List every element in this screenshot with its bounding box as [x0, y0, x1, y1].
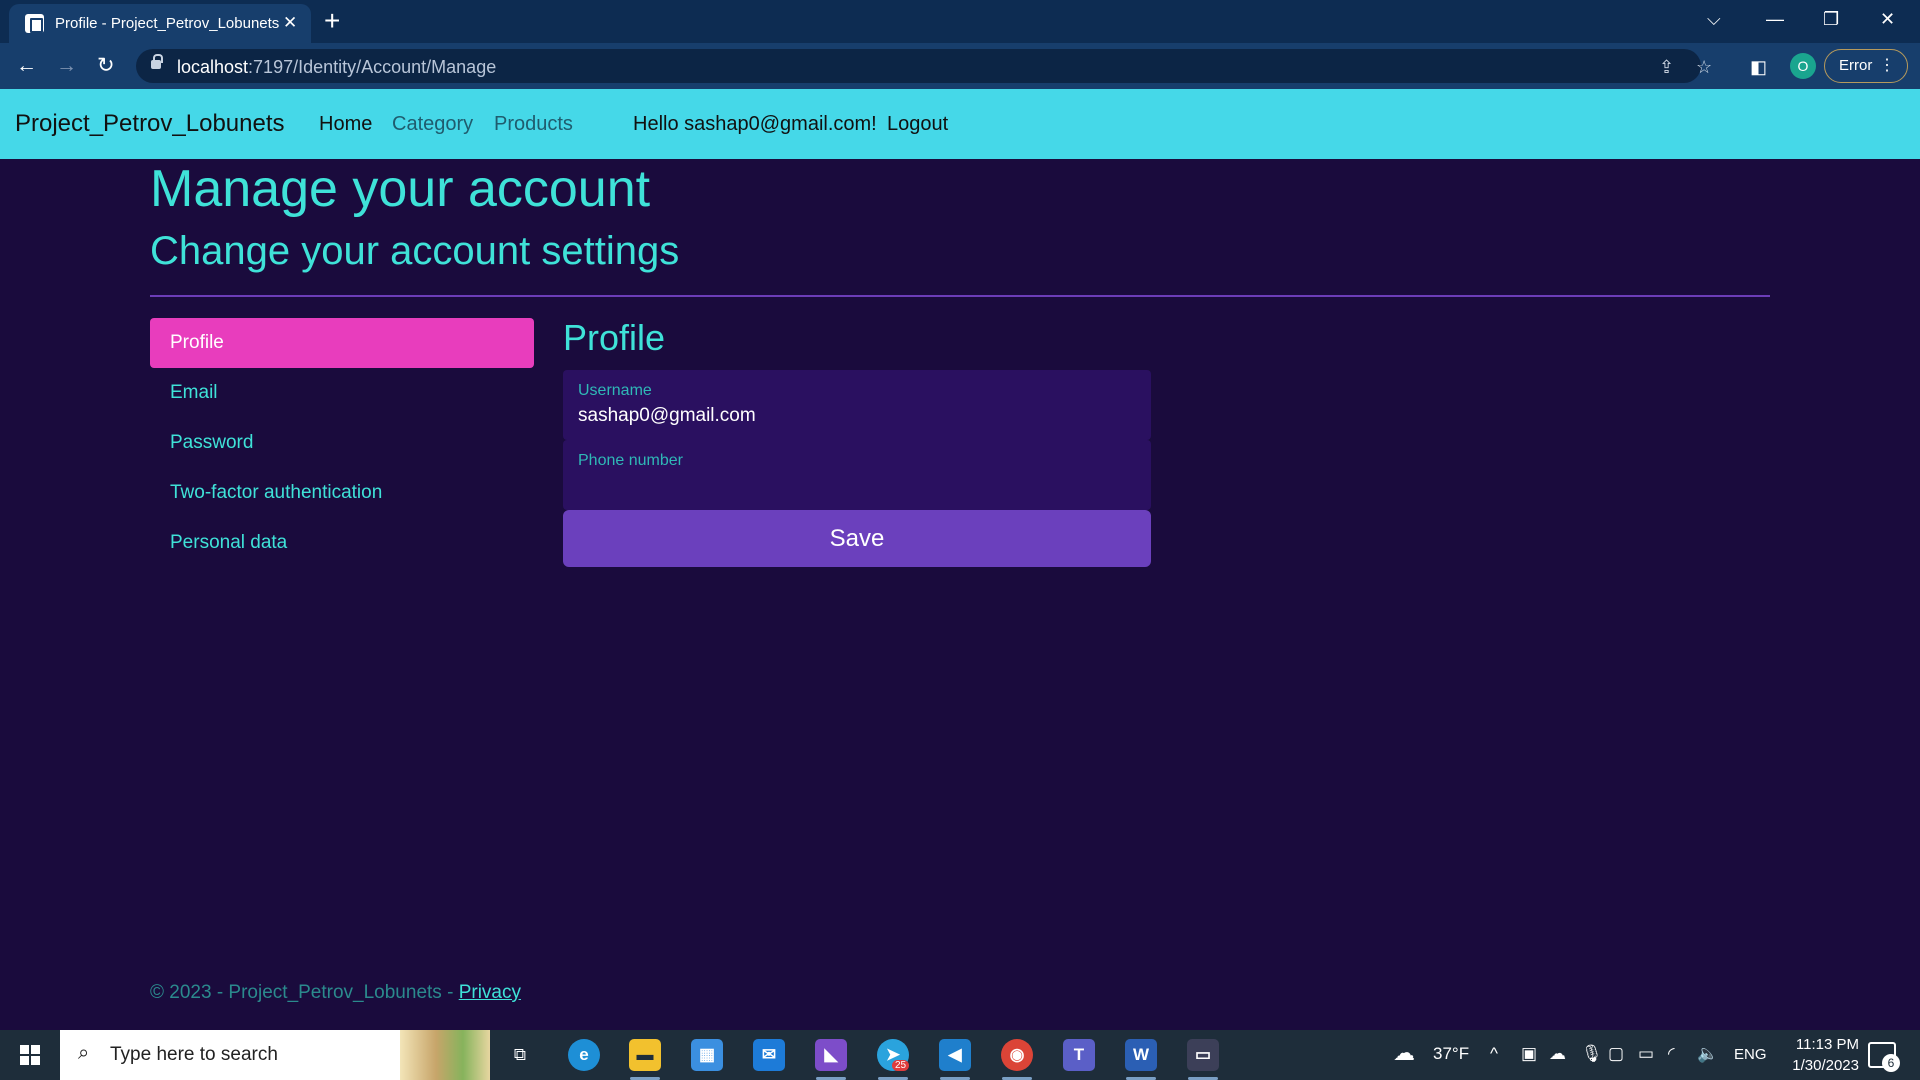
- browser-toolbar: ← → ↻ localhost:7197/Identity/Account/Ma…: [0, 43, 1920, 89]
- phone-number-field[interactable]: Phone number: [563, 440, 1151, 510]
- username-value[interactable]: sashap0@gmail.com: [578, 405, 756, 427]
- restore-button[interactable]: ❐: [1823, 6, 1839, 32]
- clock-date: 1/30/2023: [1792, 1057, 1859, 1074]
- file-explorer-icon[interactable]: ▬: [629, 1039, 661, 1080]
- site-brand-link[interactable]: Project_Petrov_Lobunets: [15, 110, 285, 138]
- reload-button[interactable]: ↻: [97, 53, 115, 79]
- mail-icon[interactable]: ✉: [753, 1039, 785, 1071]
- tab-title: Profile - Project_Petrov_Lobunets: [55, 15, 280, 32]
- browser-tab-active[interactable]: Profile - Project_Petrov_Lobunets ✕: [9, 4, 311, 43]
- share-icon[interactable]: ⇪: [1659, 58, 1674, 76]
- address-bar[interactable]: localhost:7197/Identity/Account/Manage ⇪…: [136, 49, 1712, 83]
- telegram-badge: 25: [892, 1060, 910, 1071]
- chrome-icon[interactable]: ◉: [1001, 1039, 1033, 1080]
- weather-cloud-icon[interactable]: ☁: [1393, 1040, 1415, 1066]
- section-divider: [150, 295, 1770, 297]
- error-label: Error: [1839, 57, 1873, 74]
- sidebar-item-personal-data[interactable]: Personal data: [150, 518, 534, 568]
- onedrive-icon[interactable]: ☁: [1549, 1044, 1566, 1064]
- volume-icon[interactable]: 🔈: [1697, 1044, 1718, 1064]
- tab-close-icon[interactable]: ✕: [283, 12, 297, 34]
- vscode-icon[interactable]: ◀: [939, 1039, 971, 1080]
- taskbar-search-box[interactable]: ⌕ Type here to search: [60, 1030, 490, 1080]
- forward-button[interactable]: →: [56, 53, 77, 79]
- new-tab-button[interactable]: +: [324, 6, 340, 36]
- page-favicon-icon: [25, 14, 44, 33]
- notification-count-badge: 6: [1882, 1054, 1900, 1072]
- battery-icon[interactable]: ▭: [1638, 1044, 1654, 1064]
- system-clock[interactable]: 11:13 PM 1/30/2023: [1769, 1034, 1859, 1076]
- meet-now-icon[interactable]: ▣: [1521, 1044, 1537, 1064]
- weather-temperature[interactable]: 37°F: [1433, 1044, 1469, 1064]
- sidebar-item-password[interactable]: Password: [150, 418, 534, 468]
- error-button[interactable]: Error ⋮: [1824, 49, 1908, 83]
- menu-dots-icon: ⋮: [1879, 57, 1895, 74]
- url-host: localhost: [177, 57, 249, 77]
- site-navbar: Project_Petrov_Lobunets Home Category Pr…: [0, 89, 1920, 159]
- footer: © 2023 - Project_Petrov_Lobunets - Priva…: [150, 982, 521, 1004]
- terminal-icon[interactable]: ▭: [1187, 1039, 1219, 1080]
- search-placeholder: Type here to search: [110, 1044, 278, 1065]
- windows-start-icon[interactable]: [20, 1045, 40, 1065]
- edge-browser-icon[interactable]: e: [568, 1039, 600, 1071]
- privacy-link[interactable]: Privacy: [459, 982, 521, 1003]
- wifi-icon[interactable]: ◜: [1668, 1044, 1675, 1064]
- visual-studio-icon[interactable]: ◣: [815, 1039, 847, 1080]
- sidebar-item-two-factor[interactable]: Two-factor authentication: [150, 468, 534, 518]
- clock-time: 11:13 PM: [1795, 1036, 1859, 1053]
- task-view-icon[interactable]: ⧉: [504, 1039, 536, 1071]
- close-window-button[interactable]: ✕: [1880, 6, 1895, 32]
- lock-icon[interactable]: [151, 54, 163, 69]
- phone-number-label: Phone number: [578, 452, 683, 469]
- side-panel-icon[interactable]: ◧: [1750, 54, 1767, 80]
- section-title: Profile: [563, 317, 666, 358]
- nav-category-link[interactable]: Category: [392, 113, 473, 136]
- microsoft-store-icon[interactable]: ▦: [691, 1039, 723, 1071]
- save-button[interactable]: Save: [563, 510, 1151, 567]
- sidebar-item-profile[interactable]: Profile: [150, 318, 534, 368]
- url-text: localhost:7197/Identity/Account/Manage: [177, 57, 496, 78]
- back-button[interactable]: ←: [16, 53, 37, 79]
- input-language[interactable]: ENG: [1734, 1046, 1767, 1063]
- browser-tab-strip: Profile - Project_Petrov_Lobunets ✕ + ⌵ …: [0, 0, 1920, 43]
- search-highlight-art: [400, 1030, 490, 1080]
- page-subtitle: Change your account settings: [150, 229, 680, 273]
- search-icon: ⌕: [78, 1042, 90, 1064]
- url-path: :7197/Identity/Account/Manage: [248, 57, 497, 77]
- nav-logout-link[interactable]: Logout: [887, 113, 948, 136]
- windows-taskbar: ⌕ Type here to search ⧉ e ▬ ▦ ✉ ◣ ➤ 25 ◀…: [0, 1030, 1920, 1080]
- page-title: Manage your account: [150, 160, 651, 218]
- word-icon[interactable]: W: [1125, 1039, 1157, 1080]
- sidebar-item-email[interactable]: Email: [150, 368, 534, 418]
- tab-search-chevron-icon[interactable]: ⌵: [1707, 6, 1721, 32]
- profile-avatar[interactable]: O: [1790, 53, 1816, 79]
- teams-icon[interactable]: T: [1063, 1039, 1095, 1071]
- microphone-icon[interactable]: 🎙: [1581, 1044, 1603, 1064]
- display-icon[interactable]: ▢: [1608, 1044, 1624, 1064]
- footer-copyright: © 2023 - Project_Petrov_Lobunets -: [150, 982, 459, 1003]
- notification-center-icon[interactable]: 6: [1868, 1042, 1900, 1072]
- show-hidden-icons-chevron-icon[interactable]: ^: [1490, 1044, 1498, 1064]
- username-label: Username: [578, 382, 652, 399]
- nav-home-link[interactable]: Home: [319, 113, 372, 136]
- nav-products-link[interactable]: Products: [494, 113, 573, 136]
- nav-user-greeting-link[interactable]: Hello sashap0@gmail.com!: [633, 113, 877, 136]
- username-field[interactable]: Username sashap0@gmail.com: [563, 370, 1151, 440]
- minimize-button[interactable]: —: [1766, 6, 1784, 32]
- bookmark-star-icon[interactable]: ☆: [1696, 58, 1712, 76]
